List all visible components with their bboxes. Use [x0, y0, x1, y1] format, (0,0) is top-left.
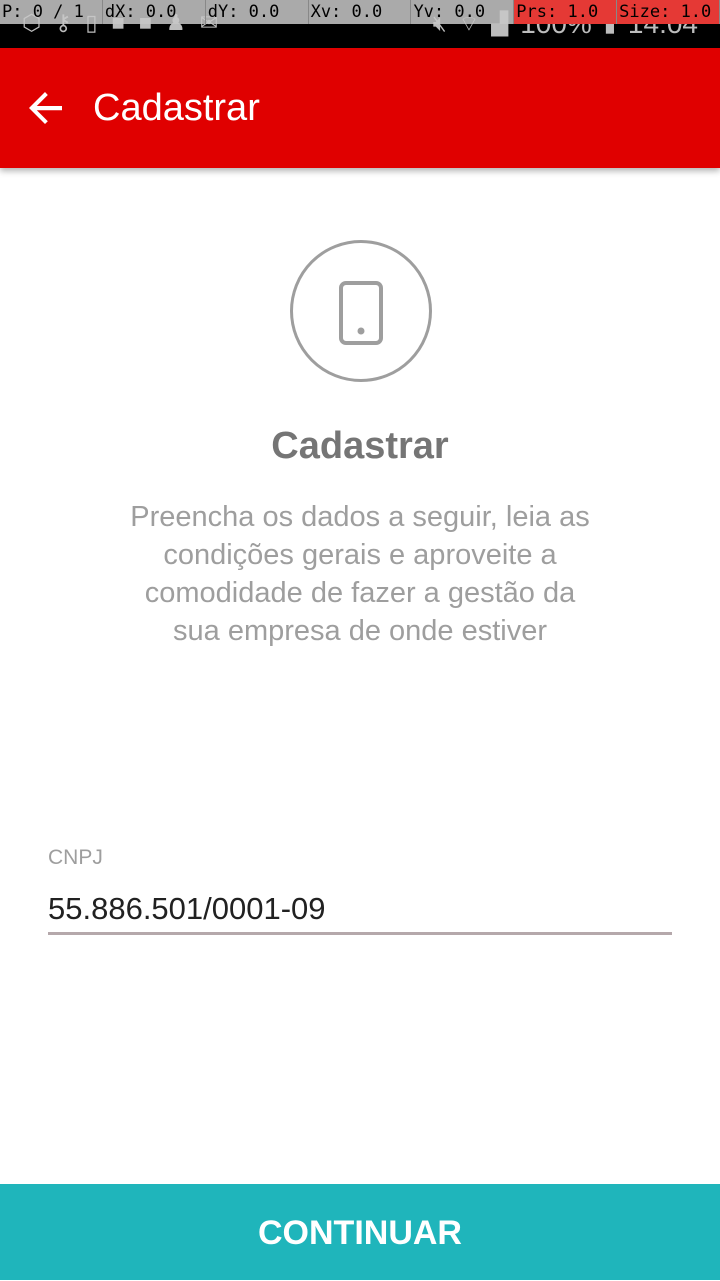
smartphone-icon [339, 281, 383, 345]
debug-dy: dY: 0.0 [205, 0, 309, 24]
arrow-back-icon [29, 92, 62, 124]
debug-xv: Xv: 0.0 [308, 0, 412, 24]
back-button[interactable] [22, 84, 70, 132]
page-description: Preencha os dados a seguir, leia as cond… [130, 501, 590, 647]
cnpj-label: CNPJ [48, 846, 103, 869]
pointer-debug-overlay: P: 0 / 1 dX: 0.0 dY: 0.0 Xv: 0.0 Yv: 0.0… [0, 0, 720, 24]
cnpj-input[interactable] [48, 886, 672, 935]
debug-size: Size: 1.0 [617, 0, 720, 24]
debug-prs: Prs: 1.0 [514, 0, 618, 24]
status-bar: ⬡ ⚷ ▯ ■ ■ ♟ ✉ 🔇︎ ⌔ ▟ 100% ▮ 14:04 P: 0 /… [0, 0, 720, 48]
app-bar: Cadastrar [0, 48, 720, 168]
page-heading: Cadastrar [271, 425, 449, 467]
debug-yv: Yv: 0.0 [411, 0, 515, 24]
debug-dx: dX: 0.0 [102, 0, 206, 24]
phone-icon-circle [290, 240, 432, 382]
debug-pointer: P: 0 / 1 [0, 0, 103, 24]
app-bar-title: Cadastrar [93, 87, 260, 129]
continue-button[interactable]: CONTINUAR [0, 1184, 720, 1280]
